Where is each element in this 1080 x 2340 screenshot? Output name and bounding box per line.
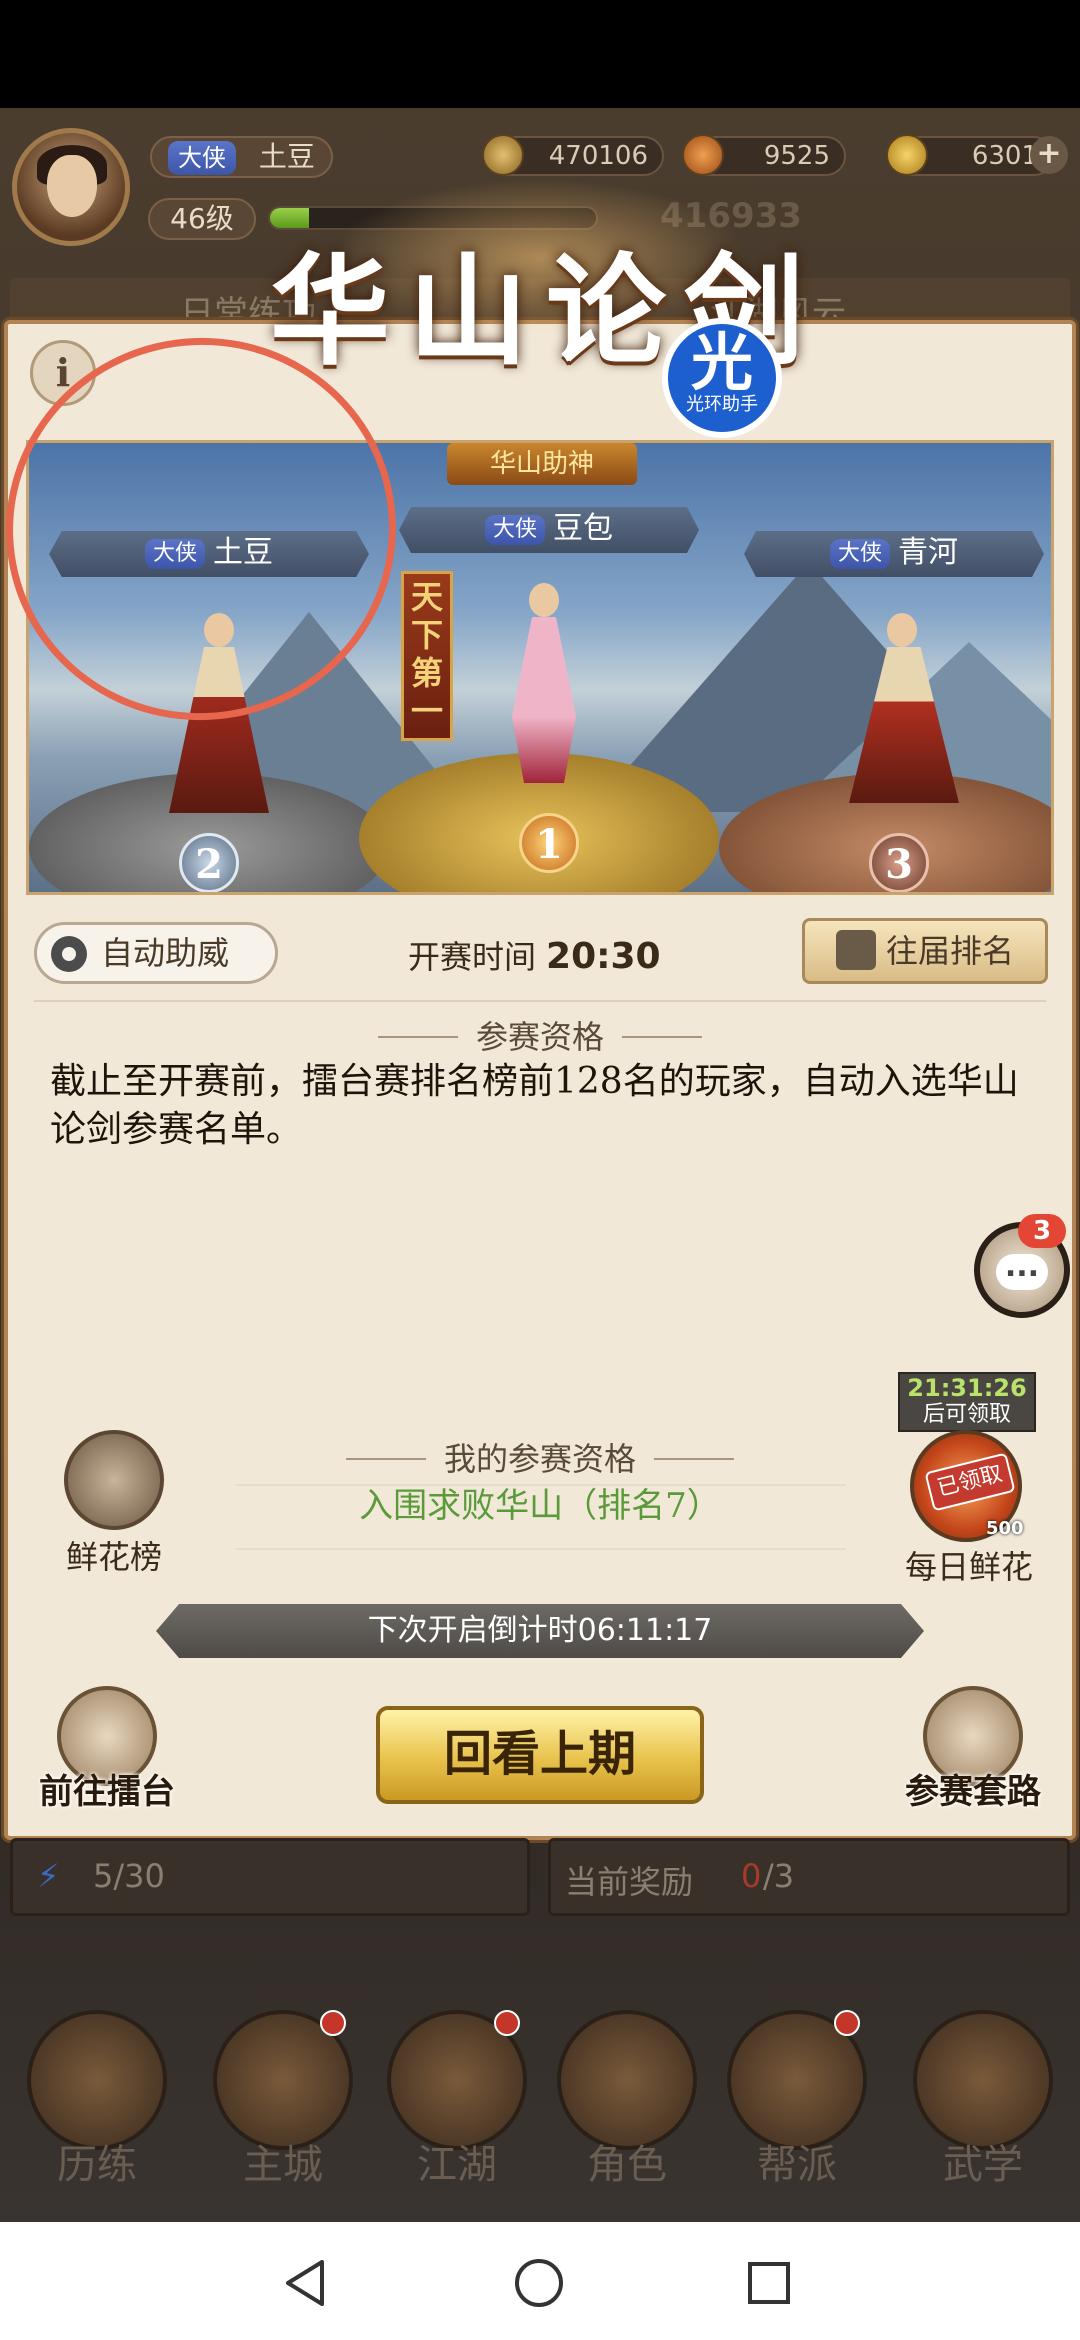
daily-flower-button[interactable]: 已领取 500 — [910, 1430, 1024, 1542]
coin-icon — [482, 134, 524, 176]
contestant-1-nameplate: 大侠 豆包 — [399, 507, 699, 553]
flower-counter: 9525 — [682, 134, 846, 176]
my-qualification-title: 我的参赛资格 — [240, 1434, 840, 1480]
reward-total: /3 — [763, 1857, 795, 1895]
start-time-label: 开赛时间 — [408, 938, 537, 976]
nav-jianghu[interactable]: 江湖 — [382, 2010, 532, 2210]
rank-3-medal: 3 — [869, 833, 929, 892]
reward-value: 0 — [741, 1857, 762, 1895]
gear-icon — [51, 936, 87, 972]
champion-banner: 天下第一 — [401, 571, 453, 741]
qualification-section-title: 参赛资格 — [240, 1012, 840, 1058]
dialog-header: 华山论剑 — [0, 178, 1080, 382]
nav-guild[interactable]: 帮派 — [722, 2010, 872, 2210]
past-rankings-button[interactable]: 往届排名 — [802, 918, 1048, 984]
go-arena-button[interactable]: 前往擂台 — [32, 1686, 182, 1816]
system-nav-bar — [0, 2222, 1080, 2340]
top-banner: 华山助神 — [447, 443, 637, 485]
player-name: 土豆 — [258, 140, 315, 173]
reward-label: 当前奖励 — [565, 1863, 694, 1901]
start-time: 开赛时间 20:30 — [408, 932, 661, 978]
nav-character[interactable]: 角色 — [552, 2010, 702, 2210]
qualification-description: 截止至开赛前，擂台赛排名榜前128名的玩家，自动入选华山论剑参赛名单。 — [50, 1061, 1019, 1150]
current-reward-strip: 当前奖励 0 /3 — [548, 1838, 1070, 1916]
lightning-icon: ⚡ — [37, 1857, 60, 1895]
status-bar — [0, 0, 1080, 108]
next-open-countdown: 下次开启倒计时06:11:17 — [156, 1604, 924, 1658]
chat-icon: ... — [996, 1252, 1048, 1290]
start-time-value: 20:30 — [546, 936, 661, 977]
replay-last-button[interactable]: 回看上期 — [376, 1706, 704, 1804]
coin-counter: 470106 — [482, 134, 664, 176]
rank-2-medal: 2 — [179, 833, 239, 892]
claimed-stamp: 已领取 — [924, 1452, 1016, 1512]
flower-board-icon — [64, 1430, 164, 1530]
watermark-logo: 光 光环助手 — [662, 318, 782, 438]
nav-training[interactable]: 历练 — [22, 2010, 172, 2210]
flower-board-label: 鲜花榜 — [65, 1538, 162, 1576]
moves-button[interactable]: 参赛套路 — [898, 1686, 1048, 1816]
rank-1-medal: 1 — [519, 813, 579, 873]
nav-main-city[interactable]: 主城 — [208, 2010, 358, 2210]
back-icon[interactable] — [282, 2258, 332, 2308]
nav-martial-arts[interactable]: 武学 — [908, 2010, 1058, 2210]
add-gold-button[interactable]: + — [1030, 136, 1068, 174]
stamina-strip: ⚡ 5/30 — [10, 1838, 530, 1916]
flower-count: 500 — [986, 1518, 1024, 1539]
player-name-plate: 大侠 土豆 — [150, 136, 333, 178]
auto-cheer-button[interactable]: 自动助威 — [34, 922, 278, 984]
home-icon[interactable] — [512, 2256, 566, 2310]
swords-icon — [835, 930, 876, 970]
contestant-3-figure[interactable] — [829, 603, 979, 803]
flower-icon — [682, 134, 724, 176]
game-bottom-nav: 历练 主城 江湖 角色 帮派 武学 — [0, 1980, 1080, 2220]
divider — [34, 1000, 1046, 1002]
my-qualification-value: 入围求败华山（排名7） — [359, 1486, 721, 1526]
divider — [236, 1548, 846, 1550]
contestant-3-nameplate: 大侠 青河 — [744, 531, 1044, 577]
title-badge: 大侠 — [168, 141, 236, 175]
daily-flower-label: 每日鲜花 — [904, 1548, 1033, 1586]
recents-icon[interactable] — [744, 2258, 794, 2308]
gold-counter: 6301 + — [886, 134, 1068, 176]
contestant-1-figure[interactable] — [489, 583, 599, 783]
daily-flower-timer: 21:31:26 后可领取 — [898, 1372, 1036, 1432]
stamina-value: 5/30 — [93, 1857, 165, 1895]
flower-board-button[interactable] — [64, 1430, 164, 1530]
chat-unread-badge: 3 — [1018, 1214, 1066, 1248]
gold-ingot-icon — [886, 134, 928, 176]
